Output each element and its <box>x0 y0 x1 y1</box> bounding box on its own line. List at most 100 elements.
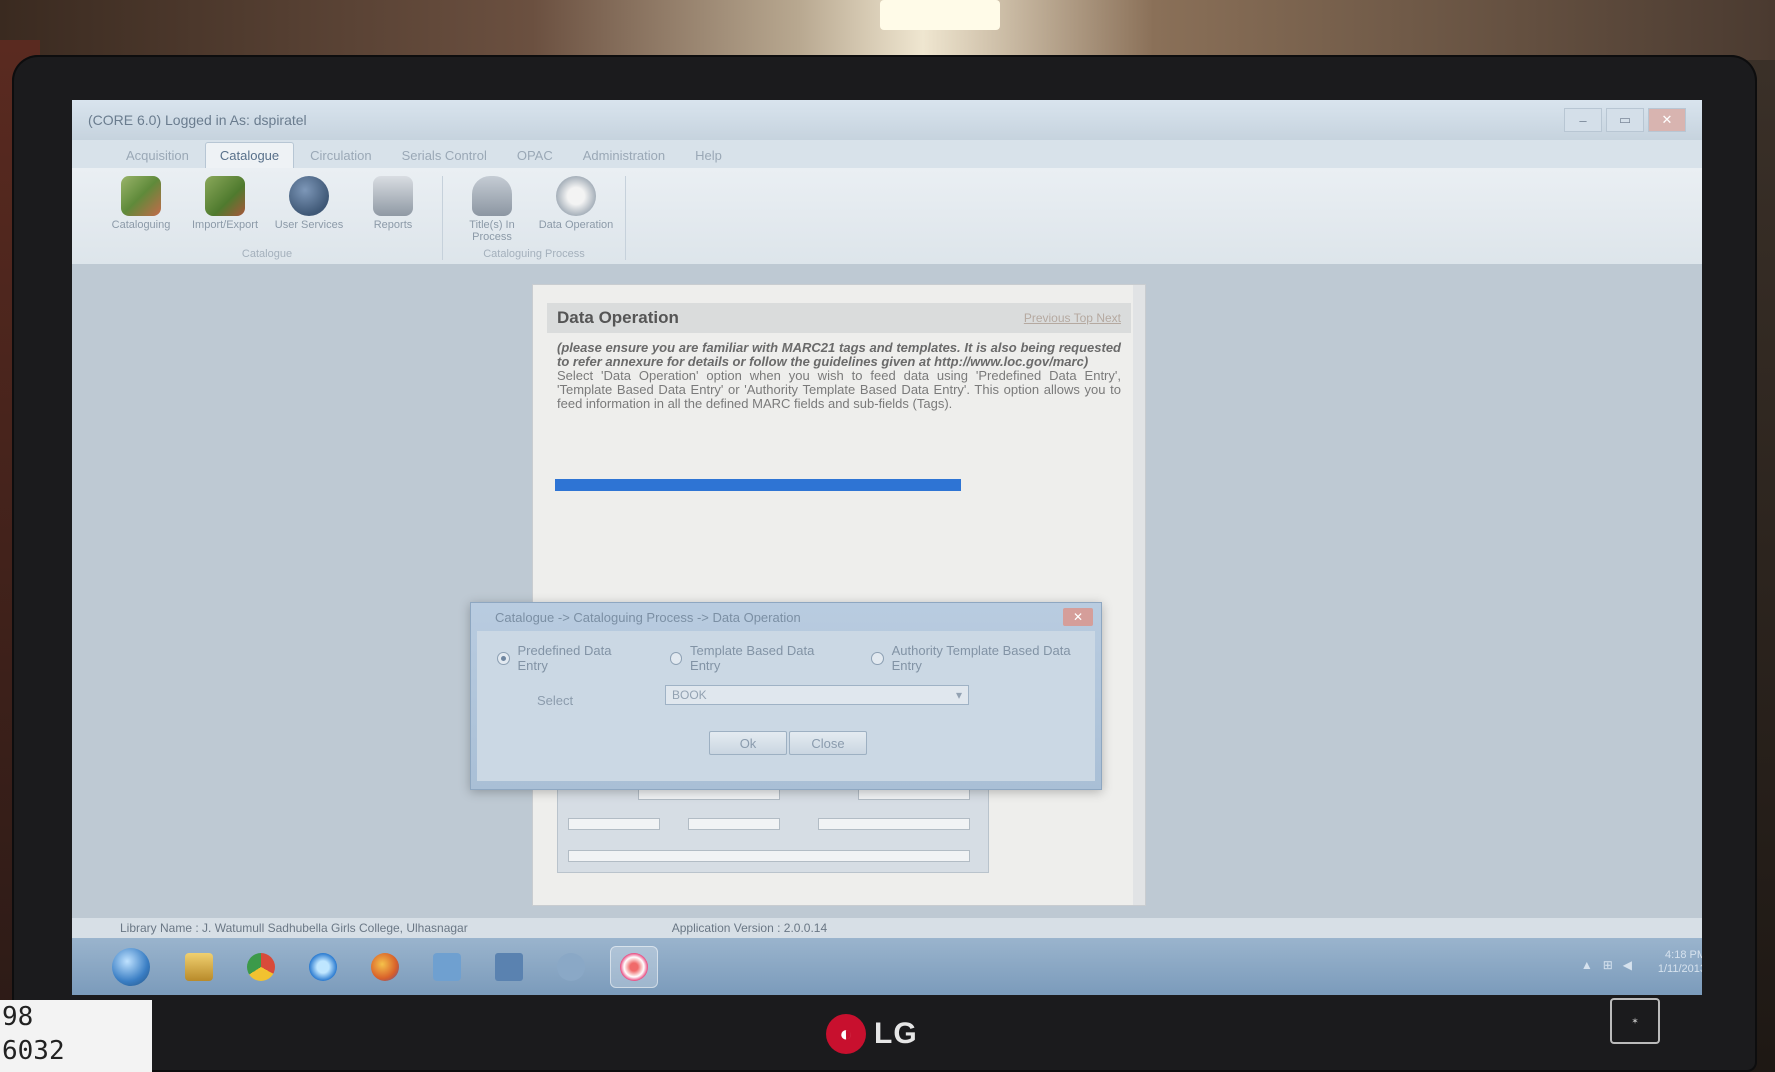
clock-date: 1/11/2013 <box>1657 963 1702 975</box>
form-field <box>818 818 970 830</box>
ribbon: Cataloguing Import/Export User Services … <box>72 168 1702 273</box>
radio-authority-template-based-data-entry[interactable]: Authority Template Based Data Entry <box>871 643 1095 673</box>
application-version: Application Version : 2.0.0.14 <box>671 921 828 935</box>
system-tray: ▲ ⊞ ◀ <box>1581 958 1632 972</box>
radio-predefined-data-entry[interactable]: Predefined Data Entry <box>497 643 640 673</box>
dialog-title: Catalogue -> Cataloguing Process -> Data… <box>495 609 801 625</box>
minimize-button[interactable]: – <box>1564 108 1602 132</box>
help-note: (please ensure you are familiar with MAR… <box>557 340 1121 369</box>
data-operation-label: Data Operation <box>538 219 614 231</box>
chrome-icon[interactable] <box>238 947 284 987</box>
help-scrollbar[interactable] <box>1133 285 1145 905</box>
close-window-button[interactable]: ✕ <box>1648 108 1686 132</box>
import-export-icon <box>205 176 245 216</box>
dialog-titlebar: Catalogue -> Cataloguing Process -> Data… <box>471 603 1101 631</box>
select-value: BOOK <box>672 688 707 702</box>
tab-catalogue[interactable]: Catalogue <box>204 142 295 168</box>
window-icon[interactable] <box>486 947 532 987</box>
energy-star-icon: ✶ <box>1610 998 1660 1044</box>
firefox-icon[interactable] <box>362 947 408 987</box>
ribbon-group-cataloguing-process: Title(s) In Process Data Operation Catal… <box>443 176 626 260</box>
data-operation-button[interactable]: Data Operation <box>537 176 615 243</box>
help-header: Data Operation Previous Top Next <box>547 303 1131 333</box>
help-nav-links[interactable]: Previous Top Next <box>1024 311 1121 325</box>
radio-label: Predefined Data Entry <box>517 643 612 673</box>
tab-opac[interactable]: OPAC <box>503 143 567 168</box>
library-name: Library Name : J. Watumull Sadhubella Gi… <box>120 921 468 935</box>
ribbon-group-label: Cataloguing Process <box>483 248 585 260</box>
maximize-button[interactable]: ▭ <box>1606 108 1644 132</box>
work-area: Data Operation Previous Top Next (please… <box>72 264 1702 931</box>
tab-circulation[interactable]: Circulation <box>296 143 385 168</box>
printer-icon <box>373 176 413 216</box>
app-icon[interactable] <box>424 947 470 987</box>
library-app-icon[interactable] <box>610 945 658 988</box>
counter-line-2: 6032 <box>2 1036 65 1066</box>
books-icon <box>121 176 161 216</box>
start-button-icon[interactable] <box>112 947 150 986</box>
import-export-button[interactable]: Import/Export <box>186 176 264 231</box>
tab-serials-control[interactable]: Serials Control <box>388 143 501 168</box>
radio-label: Authority Template Based Data Entry <box>891 643 1071 673</box>
titles-in-process-button[interactable]: Title(s) In Process <box>453 176 531 243</box>
network-icon[interactable]: ⊞ <box>1603 958 1613 972</box>
form-field <box>568 850 970 862</box>
radio-unselected-icon[interactable] <box>669 651 683 665</box>
titles-in-process-label: Title(s) In Process <box>469 219 515 243</box>
help-selection-bar <box>555 479 961 491</box>
dialog-body: Predefined Data Entry Template Based Dat… <box>477 631 1095 781</box>
explorer-icon[interactable] <box>176 947 222 987</box>
overlay-counter: 98 6032 <box>0 1000 152 1072</box>
database-icon <box>472 176 512 216</box>
help-panel: Data Operation Previous Top Next (please… <box>532 284 1146 906</box>
reports-button[interactable]: Reports <box>354 176 432 231</box>
status-bar: Library Name : J. Watumull Sadhubella Gi… <box>72 918 1702 938</box>
ok-button[interactable]: Ok <box>709 731 787 755</box>
data-operation-dialog: Catalogue -> Cataloguing Process -> Data… <box>470 602 1102 790</box>
screen: (CORE 6.0) Logged in As: dspiratel – ▭ ✕… <box>72 100 1702 995</box>
chevron-down-icon[interactable]: ▾ <box>956 688 962 702</box>
user-services-icon <box>289 176 329 216</box>
entry-type-radio-group: Predefined Data Entry Template Based Dat… <box>497 643 1095 673</box>
taskbar: ▲ ⊞ ◀ 4:18 PM 1/11/2013 <box>72 938 1702 995</box>
window-controls: – ▭ ✕ <box>1564 108 1686 132</box>
tab-help[interactable]: Help <box>681 143 736 168</box>
import-export-label: Import/Export <box>191 219 259 231</box>
media-icon[interactable] <box>548 947 594 987</box>
template-select[interactable]: BOOK ▾ <box>665 685 969 705</box>
menu-tabs: Acquisition Catalogue Circulation Serial… <box>72 140 1702 168</box>
chevron-up-icon[interactable]: ▲ <box>1581 958 1593 972</box>
lg-logo-icon: ◐ <box>826 1014 866 1054</box>
help-title: Data Operation <box>557 308 679 327</box>
app-titlebar: (CORE 6.0) Logged in As: dspiratel – ▭ ✕ <box>72 100 1702 140</box>
tab-acquisition[interactable]: Acquisition <box>112 143 203 168</box>
help-body: (please ensure you are familiar with MAR… <box>557 341 1121 411</box>
counter-line-1: 98 <box>2 1002 34 1032</box>
radio-label: Template Based Data Entry <box>690 643 815 673</box>
clock[interactable]: 4:18 PM 1/11/2013 <box>1658 948 1702 976</box>
help-description: Select 'Data Operation' option when you … <box>557 368 1121 411</box>
clock-time: 4:18 PM <box>1665 949 1702 961</box>
ie-icon[interactable] <box>300 947 346 987</box>
radio-template-based-data-entry[interactable]: Template Based Data Entry <box>669 643 842 673</box>
ribbon-group-label: Catalogue <box>241 248 293 260</box>
app-title: (CORE 6.0) Logged in As: dspiratel <box>88 112 307 128</box>
form-field <box>688 818 780 830</box>
dialog-close-icon[interactable]: ✕ <box>1063 608 1093 626</box>
cataloguing-label: Cataloguing <box>111 219 171 231</box>
cataloguing-button[interactable]: Cataloguing <box>102 176 180 231</box>
reports-label: Reports <box>373 219 413 231</box>
user-services-label: User Services <box>274 219 344 231</box>
radio-unselected-icon[interactable] <box>871 651 884 665</box>
brand-label: LG <box>874 1017 918 1050</box>
select-label: Select <box>537 693 574 708</box>
tab-administration[interactable]: Administration <box>569 143 679 168</box>
monitor-brand: ◐ LG <box>826 1014 918 1054</box>
data-operation-icon <box>556 176 596 216</box>
user-services-button[interactable]: User Services <box>270 176 348 231</box>
volume-icon[interactable]: ◀ <box>1623 958 1632 972</box>
lamp-light <box>880 0 1000 30</box>
radio-selected-icon[interactable] <box>497 651 510 665</box>
form-field <box>568 818 660 830</box>
close-button[interactable]: Close <box>789 731 867 755</box>
